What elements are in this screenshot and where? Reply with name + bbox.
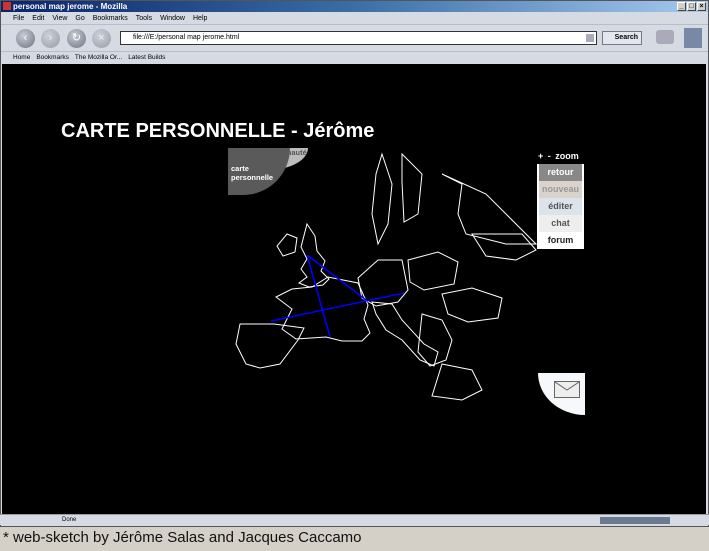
poland-outline bbox=[407, 251, 459, 291]
routes bbox=[270, 254, 405, 338]
title-bar: personal map jerome - Mozilla _ □ × bbox=[1, 1, 708, 12]
menu-chat[interactable]: chat bbox=[539, 215, 582, 232]
menu-bar: File Edit View Go Bookmarks Tools Window… bbox=[1, 12, 708, 25]
menu-file[interactable]: File bbox=[13, 12, 24, 24]
europe-map[interactable] bbox=[2, 64, 706, 514]
reload-button[interactable]: ↻ bbox=[67, 29, 86, 48]
app-icon bbox=[3, 2, 11, 10]
url-input[interactable]: file:///E:/personal map jerome.html bbox=[120, 31, 597, 45]
country-borders bbox=[235, 152, 538, 401]
search-label: Search bbox=[614, 34, 638, 41]
stop-button[interactable]: × bbox=[92, 29, 111, 48]
mozilla-logo-icon bbox=[684, 28, 702, 48]
ukraine-outline bbox=[441, 287, 503, 323]
navigation-toolbar: ‹ › ↻ × file:///E:/personal map jerome.h… bbox=[1, 25, 708, 52]
menu-view[interactable]: View bbox=[52, 12, 67, 24]
menu-go[interactable]: Go bbox=[75, 12, 84, 24]
forward-button[interactable]: › bbox=[41, 29, 60, 48]
side-menu: retour nouveau éditer chat forum bbox=[537, 164, 584, 249]
menu-help[interactable]: Help bbox=[193, 12, 207, 24]
iberia-outline bbox=[235, 323, 305, 369]
url-dropdown-icon[interactable] bbox=[586, 34, 594, 42]
search-button[interactable]: Search bbox=[602, 31, 642, 45]
envelope-icon bbox=[554, 381, 580, 398]
route-line bbox=[270, 292, 405, 322]
progress-bar bbox=[600, 517, 670, 524]
bookmark-latest-builds[interactable]: Latest Builds bbox=[128, 52, 165, 63]
print-icon[interactable] bbox=[656, 30, 674, 44]
ireland-outline bbox=[276, 233, 298, 257]
greece-turkey-outline bbox=[431, 363, 483, 401]
route-line bbox=[306, 254, 331, 338]
page-content: CARTE PERSONNELLE - Jérôme carte de comm… bbox=[2, 64, 706, 514]
personal-toolbar: Home Bookmarks The Mozilla Or... Latest … bbox=[1, 52, 708, 63]
status-bar: Done bbox=[0, 514, 709, 525]
tab-personal-label: carte personnelle bbox=[231, 164, 274, 182]
minimize-button[interactable]: _ bbox=[677, 2, 686, 11]
menu-editer[interactable]: éditer bbox=[539, 198, 582, 215]
window-title: personal map jerome - Mozilla bbox=[13, 2, 128, 11]
italy-outline bbox=[371, 301, 439, 367]
status-text: Done bbox=[62, 517, 77, 523]
maximize-button[interactable]: □ bbox=[687, 2, 696, 11]
balkans-outline bbox=[417, 313, 453, 367]
menu-window[interactable]: Window bbox=[160, 12, 185, 24]
menu-tools[interactable]: Tools bbox=[136, 12, 152, 24]
menu-bookmarks[interactable]: Bookmarks bbox=[93, 12, 128, 24]
menu-forum[interactable]: forum bbox=[539, 232, 582, 249]
menu-edit[interactable]: Edit bbox=[32, 12, 44, 24]
bookmark-home[interactable]: Home bbox=[13, 52, 30, 63]
france-outline bbox=[275, 276, 371, 342]
zoom-control[interactable]: + - zoom bbox=[538, 151, 579, 161]
caption: * web-sketch by Jérôme Salas and Jacques… bbox=[3, 529, 362, 546]
menu-nouveau[interactable]: nouveau bbox=[539, 181, 582, 198]
bookmark-bookmarks[interactable]: Bookmarks bbox=[36, 52, 69, 63]
back-button[interactable]: ‹ bbox=[16, 29, 35, 48]
menu-retour[interactable]: retour bbox=[539, 164, 582, 181]
bookmark-mozilla-org[interactable]: The Mozilla Or... bbox=[75, 52, 122, 63]
url-text: file:///E:/personal map jerome.html bbox=[133, 34, 240, 41]
scandinavia-outline bbox=[371, 152, 423, 246]
route-line bbox=[306, 254, 367, 301]
close-button[interactable]: × bbox=[697, 2, 706, 11]
